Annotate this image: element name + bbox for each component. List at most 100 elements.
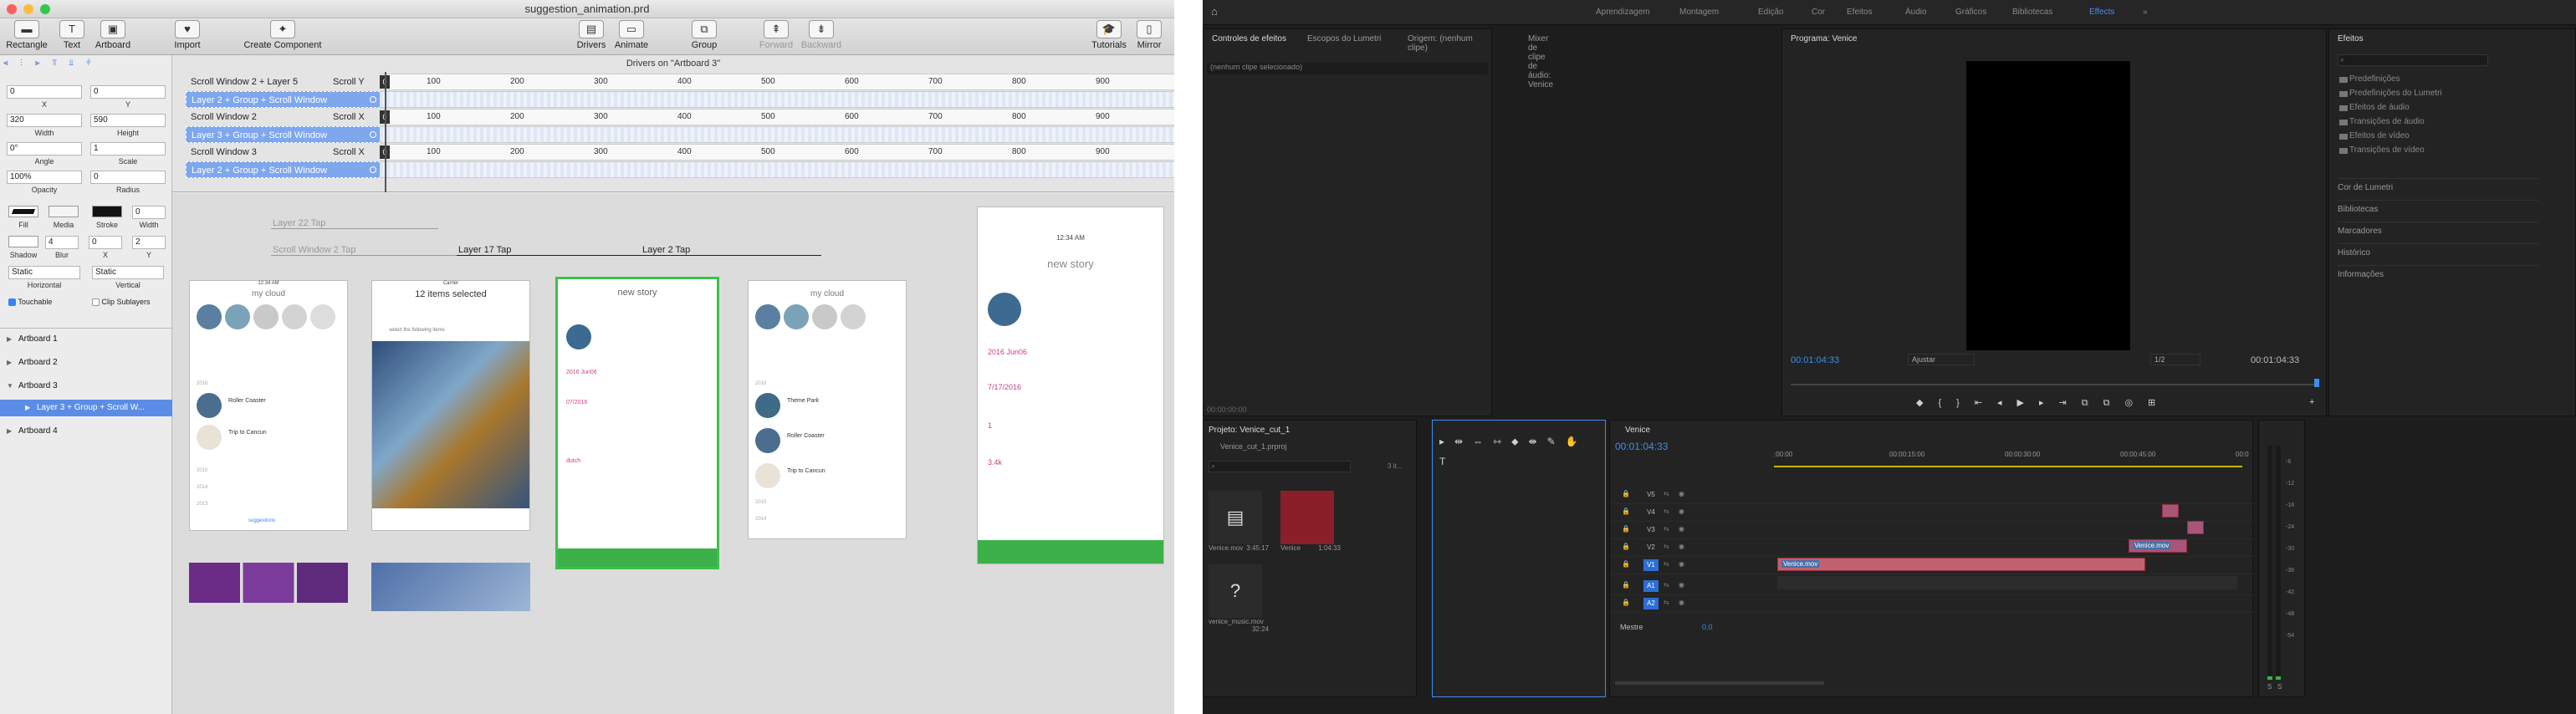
solo-right[interactable]: S [2277, 683, 2282, 691]
master-value[interactable]: 0,0 [1702, 623, 1713, 631]
x-field[interactable]: 0 [7, 85, 82, 99]
rectangle-button[interactable]: ▬ Rectangle [5, 20, 49, 50]
timeline-clip[interactable]: Venice.mov [1777, 558, 2145, 571]
stroke-swatch[interactable] [92, 206, 122, 217]
scrubber-head[interactable] [2314, 379, 2319, 387]
eye-icon[interactable]: ◉ [1679, 599, 1684, 606]
sequence-tab[interactable]: Venice [1625, 426, 1650, 435]
track-label[interactable]: V5 [1643, 489, 1659, 501]
artboard-my-cloud-2[interactable]: my cloud 2016 Theme Park Roller Coaster … [748, 280, 907, 539]
driver-track[interactable]: 0100200300400500600700800900 [380, 144, 1174, 161]
workspace-tab[interactable]: Edição [1758, 8, 1784, 17]
fit-select[interactable]: Ajustar [1908, 354, 1975, 365]
lock-icon[interactable]: 🔒 [1622, 525, 1630, 533]
resolution-select[interactable]: 1/2 [2150, 354, 2200, 365]
timeline-zoom-scrollbar[interactable] [1615, 681, 1824, 685]
collapsed-panel[interactable]: Cor de Lumetri [2338, 178, 2538, 192]
radius-field[interactable]: 0 [90, 171, 166, 184]
timeline-clip[interactable] [2162, 504, 2179, 518]
workspace-tab[interactable]: Gráficos [1955, 8, 1986, 17]
effect-folder[interactable]: Predefinições do Lumetri [2349, 89, 2442, 98]
solo-left[interactable]: S [2267, 683, 2272, 691]
tutorials-button[interactable]: 🎓 Tutorials [1089, 20, 1129, 50]
track-label[interactable]: A1 [1643, 580, 1659, 592]
mirror-button[interactable]: ▯ Mirror [1132, 20, 1166, 50]
continue-bar[interactable] [978, 540, 1163, 564]
track-label[interactable]: V4 [1643, 507, 1659, 518]
lock-icon[interactable]: 🔒 [1622, 490, 1630, 497]
timeline-clip[interactable] [2187, 521, 2204, 534]
panel-tab[interactable]: Escopos do Lumetri [1307, 34, 1381, 43]
sync-icon[interactable]: ⇆ [1664, 490, 1669, 497]
sync-icon[interactable]: ⇆ [1664, 507, 1669, 515]
effect-folder[interactable]: Efeitos de áudio [2349, 103, 2410, 112]
eye-icon[interactable]: ◉ [1679, 490, 1684, 497]
bin-item-venice-sequence[interactable]: Venice 1:04:33 [1280, 491, 1347, 552]
playhead[interactable] [385, 72, 386, 192]
media-swatch[interactable] [49, 206, 79, 217]
transport-controls[interactable]: ◆{}⇤◂▶▸⇥⧉⧉◎⊞ [1916, 397, 2170, 409]
workspace-tab[interactable]: Cor [1812, 8, 1825, 17]
driver-track[interactable] [370, 161, 1174, 178]
height-field[interactable]: 590 [90, 114, 166, 127]
workspace-tab[interactable]: Bibliotecas [2012, 8, 2052, 17]
playhead-timecode[interactable]: 00:01:04:33 [1791, 355, 1839, 365]
tool-icons[interactable]: ▸⇹⇔⇿⬥⇼✎✋ [1439, 436, 1588, 448]
shadow-x-field[interactable]: 0 [89, 236, 122, 249]
layer-artboard-4[interactable]: ▶ Artboard 4 [0, 423, 172, 440]
clip-sublayers-checkbox[interactable]: Clip Sublayers [92, 298, 151, 307]
effects-search[interactable]: ⌕ [2338, 54, 2488, 66]
photo-grid[interactable] [372, 341, 529, 508]
artboard-new-story-large[interactable]: 12:34 AM new story 2016 Jun06 7/17/2016 … [977, 207, 1164, 564]
driver-knob-icon[interactable] [370, 96, 376, 103]
panel-tab[interactable]: Mixer de clipe de áudio: Venice [1528, 34, 1553, 89]
type-tool-icon[interactable]: T [1439, 456, 1445, 467]
lock-icon[interactable]: 🔒 [1622, 599, 1630, 606]
sync-icon[interactable]: ⇆ [1664, 560, 1669, 568]
layer-selected[interactable]: ▶ Layer 3 + Group + Scroll W... [0, 400, 172, 416]
width-field[interactable]: 320 [7, 114, 82, 127]
track-label[interactable]: V3 [1643, 524, 1659, 536]
driver-row[interactable]: Scroll Window 3Scroll X01002003004005006… [172, 144, 1174, 161]
bin-item-venice-mov[interactable]: ▤ Venice.mov 3:45:17 [1209, 491, 1275, 552]
home-icon[interactable]: ⌂ [1211, 5, 1218, 18]
forward-button[interactable]: ⇞ Forward [756, 20, 796, 50]
effect-folder[interactable]: Transições de áudio [2349, 117, 2425, 126]
effect-folder[interactable]: Efeitos de vídeo [2349, 131, 2410, 140]
driver-row[interactable]: Layer 3 + Group + Scroll Window [172, 126, 1174, 143]
driver-track[interactable] [370, 91, 1174, 108]
track-label[interactable]: A2 [1643, 598, 1659, 609]
track-row[interactable]: V5 🔒 ⇆ ◉ [1610, 487, 2254, 504]
layer-artboard-2[interactable]: ▶ Artboard 2 [0, 354, 172, 371]
collapsed-panel[interactable]: Histórico [2338, 243, 2538, 258]
workspace-tab[interactable]: Áudio [1905, 8, 1927, 17]
artboard-new-story-selected[interactable]: new story 2016 Jun06 07/2016 dutch [555, 277, 719, 569]
touchable-checkbox[interactable]: Touchable [8, 298, 52, 307]
driver-row[interactable]: Layer 2 + Group + Scroll Window [172, 161, 1174, 178]
angle-field[interactable]: 0° [7, 142, 82, 156]
driver-track[interactable]: 0100200300400500600700800900 [380, 74, 1174, 90]
opacity-field[interactable]: 100% [7, 171, 82, 184]
project-tab[interactable]: Projeto: Venice_cut_1 [1209, 426, 1290, 435]
timeline-clip[interactable]: Venice.mov [2129, 539, 2187, 553]
driver-track[interactable] [370, 126, 1174, 143]
driver-track[interactable]: 0100200300400500600700800900 [380, 109, 1174, 125]
eye-icon[interactable]: ◉ [1679, 560, 1684, 568]
fill-swatch[interactable] [8, 206, 38, 217]
lock-icon[interactable]: 🔒 [1622, 543, 1630, 550]
design-canvas[interactable]: Layer 22 Tap Scroll Window 2 Tap Layer 1… [172, 193, 1174, 714]
driver-knob-icon[interactable] [370, 131, 376, 138]
layer-artboard-3[interactable]: ▼ Artboard 3 [0, 378, 172, 395]
workspace-tab[interactable]: Aprendizagem [1596, 8, 1649, 17]
shadow-swatch[interactable] [8, 236, 38, 247]
effect-folder[interactable]: Predefinições [2349, 74, 2400, 84]
eye-icon[interactable]: ◉ [1679, 507, 1684, 515]
sequence-timecode[interactable]: 00:01:04:33 [1615, 441, 1668, 452]
sync-icon[interactable]: ⇆ [1664, 525, 1669, 533]
more-workspaces-icon[interactable]: » [2143, 8, 2148, 17]
program-tab[interactable]: Programa: Venice [1791, 34, 1858, 43]
artboard-select-items[interactable]: Carrier 12 items selected select the fol… [371, 280, 530, 531]
lock-icon[interactable]: 🔒 [1622, 507, 1630, 515]
sync-icon[interactable]: ⇆ [1664, 599, 1669, 606]
collapsed-panel[interactable]: Bibliotecas [2338, 200, 2538, 214]
